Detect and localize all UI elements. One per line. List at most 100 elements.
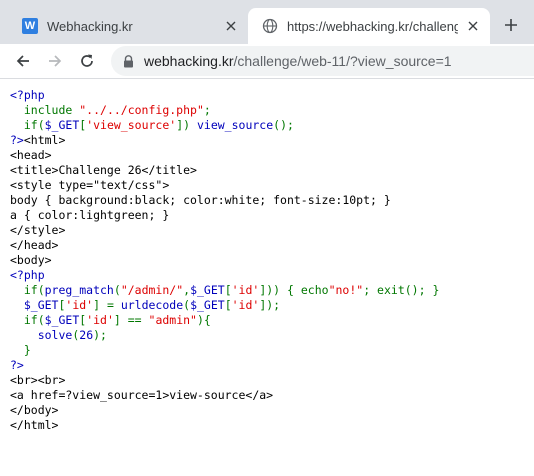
source-token: "no!" xyxy=(328,283,364,297)
forward-button[interactable] xyxy=(44,50,66,72)
source-token: $_GET xyxy=(44,118,80,132)
source-line: <?php xyxy=(10,268,439,283)
source-token: ] = xyxy=(93,298,121,312)
source-token: 26 xyxy=(79,328,94,342)
url-text: webhacking.kr/challenge/web-11/?view_sou… xyxy=(144,53,452,69)
browser-window: W Webhacking.kr https://webhacking.kr/ch… xyxy=(0,0,534,476)
back-arrow-icon xyxy=(16,55,29,67)
tab-title: https://webhacking.kr/challenge/web-11/?… xyxy=(287,18,458,34)
source-code: <?php include "../../config.php"; if($_G… xyxy=(10,88,439,433)
source-token: </body> xyxy=(10,403,59,417)
source-line: include "../../config.php"; xyxy=(10,103,439,118)
source-token: if( xyxy=(10,313,45,327)
source-token: if( xyxy=(10,283,45,297)
source-line: } xyxy=(10,343,439,358)
source-token: "../../config.php" xyxy=(79,103,204,117)
source-token: <title>Challenge 26</title> xyxy=(10,163,197,177)
source-line: ?> xyxy=(10,358,439,373)
source-token: "/admin/" xyxy=(120,283,184,297)
source-token: urldecode xyxy=(120,298,184,312)
source-token: ; exit(); } xyxy=(363,283,440,297)
source-token: 'id' xyxy=(65,298,94,312)
source-token xyxy=(10,328,38,342)
url-path: /challenge/web-11/?view_source=1 xyxy=(233,53,452,69)
plus-icon xyxy=(505,19,517,31)
close-icon[interactable] xyxy=(464,17,482,35)
source-line: if($_GET['id'] == "admin"){ xyxy=(10,313,439,328)
source-token: $_GET xyxy=(190,298,225,312)
source-token: ] == xyxy=(113,313,149,327)
source-token: ])) { echo xyxy=(259,283,329,297)
source-token: } xyxy=(10,343,31,357)
source-token: ]); xyxy=(259,298,281,312)
source-line: ?><html> xyxy=(10,133,439,148)
source-token: 'view_source' xyxy=(86,118,177,132)
source-token: ; xyxy=(203,103,211,117)
globe-icon xyxy=(262,18,278,34)
source-token: 'id' xyxy=(231,298,260,312)
source-token: <br><br> xyxy=(10,373,66,387)
source-token: preg_match xyxy=(44,283,114,297)
back-button[interactable] xyxy=(12,50,34,72)
source-token: body { background:black; color:white; fo… xyxy=(10,193,391,207)
source-line: <a href=?view_source=1>view-source</a> xyxy=(10,388,439,403)
source-line: a { color:lightgreen; } xyxy=(10,208,439,223)
source-token: ?> xyxy=(10,133,24,147)
address-bar[interactable]: webhacking.kr/challenge/web-11/?view_sou… xyxy=(111,46,534,76)
source-token: [ xyxy=(224,283,232,297)
source-token: <body> xyxy=(10,253,52,267)
source-token: <style type="text/css"> xyxy=(10,178,170,192)
source-line: $_GET['id'] = urldecode($_GET['id']); xyxy=(10,298,439,313)
source-line: <body> xyxy=(10,253,439,268)
source-token: </html> xyxy=(10,418,59,432)
source-token: if( xyxy=(10,118,45,132)
tab-challenge[interactable]: https://webhacking.kr/challenge/web-11/?… xyxy=(248,8,490,44)
source-token: <?php xyxy=(10,268,45,282)
tab-title: Webhacking.kr xyxy=(47,18,133,34)
w-icon: W xyxy=(22,18,38,34)
source-line: solve(26); xyxy=(10,328,439,343)
page-content: <?php include "../../config.php"; if($_G… xyxy=(0,79,534,476)
url-host: webhacking.kr xyxy=(144,53,234,69)
source-token: a { color:lightgreen; } xyxy=(10,208,170,222)
source-token: "admin" xyxy=(148,313,197,327)
source-token: (); xyxy=(273,118,294,132)
source-token: $_GET xyxy=(190,283,225,297)
source-line: <title>Challenge 26</title> xyxy=(10,163,439,178)
source-token: ){ xyxy=(196,313,211,327)
source-line: <head> xyxy=(10,148,439,163)
source-line: <br><br> xyxy=(10,373,439,388)
source-token: 'id' xyxy=(231,283,260,297)
source-token: view_source xyxy=(196,118,274,132)
source-token: <?php xyxy=(10,88,45,102)
source-line: </head> xyxy=(10,238,439,253)
close-icon[interactable] xyxy=(222,17,240,35)
source-token: [ xyxy=(224,298,232,312)
source-line: <style type="text/css"> xyxy=(10,178,439,193)
source-token: ?> xyxy=(10,358,24,372)
source-token: solve xyxy=(37,328,73,342)
tab-webhacking[interactable]: W Webhacking.kr xyxy=(10,8,248,44)
source-line: if($_GET['view_source']) view_source(); xyxy=(10,118,439,133)
source-token: 'id' xyxy=(86,313,114,327)
source-line: body { background:black; color:white; fo… xyxy=(10,193,439,208)
source-token: <head> xyxy=(10,148,52,162)
source-token: $_GET xyxy=(44,313,80,327)
lock-icon xyxy=(121,54,135,68)
source-token: </style> xyxy=(10,223,66,237)
source-line: </style> xyxy=(10,223,439,238)
source-line: </body> xyxy=(10,403,439,418)
forward-arrow-icon xyxy=(49,55,62,67)
reload-button[interactable] xyxy=(76,50,98,72)
source-line: </html> xyxy=(10,418,439,433)
reload-icon xyxy=(81,54,93,67)
source-line: <?php xyxy=(10,88,439,103)
source-line: if(preg_match("/admin/",$_GET['id'])) { … xyxy=(10,283,440,298)
source-token: ( xyxy=(113,283,121,297)
source-token: </head> xyxy=(10,238,59,252)
source-token: include xyxy=(10,103,80,117)
source-token: <html> xyxy=(23,133,66,147)
source-token: <a href=?view_source=1>view-source</a> xyxy=(10,388,274,402)
toolbar: webhacking.kr/challenge/web-11/?view_sou… xyxy=(0,44,534,78)
new-tab-button[interactable] xyxy=(500,14,522,36)
